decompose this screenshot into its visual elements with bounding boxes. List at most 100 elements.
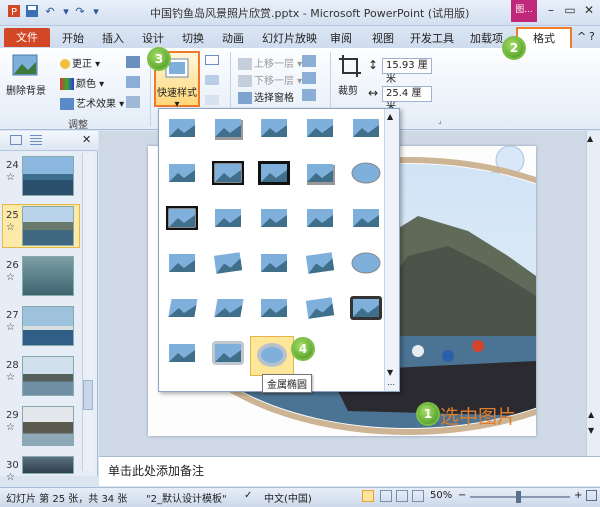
slide-thumbnail[interactable] <box>22 456 74 474</box>
gallery-item[interactable] <box>211 160 245 186</box>
close-button[interactable]: ✕ <box>578 3 600 19</box>
slide-thumbnail[interactable] <box>22 356 74 396</box>
artistic-effects-button[interactable]: 艺术效果 ▾ <box>60 95 124 110</box>
main-vertical-scrollbar[interactable] <box>586 131 600 456</box>
tab-format[interactable]: 格式 <box>516 27 572 49</box>
compress-icon[interactable] <box>126 56 140 68</box>
fit-to-window-icon[interactable] <box>586 490 597 501</box>
gallery-item[interactable] <box>350 296 382 320</box>
tab-developer[interactable]: 开发工具 <box>410 30 454 46</box>
app-logo-icon[interactable]: P <box>6 4 22 20</box>
gallery-scroll-down-icon[interactable]: ▼ <box>387 368 393 377</box>
gallery-item[interactable] <box>212 116 244 140</box>
previous-slide-icon[interactable]: ▲ <box>588 410 594 419</box>
dropdown-icon[interactable]: ▾ <box>88 4 104 20</box>
crop-icon[interactable] <box>338 54 362 81</box>
tab-review[interactable]: 审阅 <box>330 30 352 46</box>
redo-icon[interactable]: ↷ <box>72 4 88 20</box>
remove-background-icon[interactable] <box>12 54 38 81</box>
reset-picture-icon[interactable] <box>126 96 140 108</box>
gallery-item-metal-oval[interactable] <box>256 342 288 371</box>
send-backward-button[interactable]: 下移一层 ▾ <box>238 72 302 87</box>
gallery-item[interactable] <box>350 161 382 185</box>
gallery-item[interactable] <box>258 296 290 320</box>
gallery-scroll-up-icon[interactable]: ▲ <box>387 112 393 121</box>
gallery-item[interactable] <box>165 205 199 231</box>
zoom-in-icon[interactable]: + <box>574 490 582 501</box>
tab-home[interactable]: 开始 <box>62 30 84 46</box>
group-icon[interactable] <box>302 72 316 84</box>
slide-thumbnail[interactable] <box>22 306 74 346</box>
slide-thumbnail[interactable] <box>22 156 74 196</box>
slide-sorter-icon[interactable] <box>380 490 392 502</box>
ribbon-collapse-icon[interactable]: ^ <box>577 30 586 43</box>
width-input[interactable]: 25.4 厘米 <box>382 86 432 113</box>
tab-slideshow[interactable]: 幻灯片放映 <box>262 30 317 46</box>
gallery-item[interactable] <box>304 296 336 320</box>
gallery-item[interactable] <box>212 251 244 275</box>
align-icon[interactable] <box>302 55 316 67</box>
next-slide-icon[interactable]: ▼ <box>588 426 594 435</box>
tab-addins[interactable]: 加载项 <box>470 30 503 46</box>
gallery-item[interactable] <box>166 161 198 185</box>
slide-panel-scroll-thumb[interactable] <box>83 380 93 410</box>
slides-tab-icon[interactable] <box>10 135 22 145</box>
gallery-item[interactable] <box>304 251 336 275</box>
scroll-up-icon[interactable]: ▲ <box>587 134 593 143</box>
gallery-item[interactable] <box>304 161 336 185</box>
tab-transitions[interactable]: 切换 <box>182 30 204 46</box>
tab-insert[interactable]: 插入 <box>102 30 124 46</box>
gallery-item[interactable] <box>258 116 290 140</box>
slide-thumbnail[interactable] <box>22 406 74 446</box>
crop-button[interactable]: 裁剪 <box>338 82 358 97</box>
gallery-item[interactable] <box>350 116 382 140</box>
height-input[interactable]: 15.93 厘米 <box>382 58 432 85</box>
outline-tab-icon[interactable] <box>30 135 42 145</box>
rotate-icon[interactable] <box>302 89 316 101</box>
gallery-item[interactable] <box>212 296 244 320</box>
gallery-item[interactable] <box>350 206 382 230</box>
selection-pane-button[interactable]: 选择窗格 <box>238 89 294 104</box>
gallery-item[interactable] <box>166 251 198 275</box>
gallery-item[interactable] <box>304 116 336 140</box>
tab-file[interactable]: 文件 <box>4 28 50 47</box>
gallery-item[interactable] <box>166 116 198 140</box>
size-dialog-launcher-icon[interactable]: ⌟ <box>438 116 442 125</box>
gallery-item[interactable] <box>350 251 382 275</box>
language-status[interactable]: 中文(中国) <box>264 490 312 505</box>
spellcheck-icon[interactable]: ✓ <box>244 490 252 501</box>
correct-button[interactable]: 更正 ▾ <box>60 55 100 70</box>
change-picture-icon[interactable] <box>126 76 140 88</box>
picture-border-icon[interactable] <box>205 55 219 65</box>
gallery-scrollbar[interactable] <box>384 109 399 391</box>
color-button[interactable]: 颜色 ▾ <box>60 75 104 90</box>
normal-view-icon[interactable] <box>362 490 374 502</box>
gallery-item[interactable] <box>258 161 290 185</box>
zoom-slider-thumb[interactable] <box>516 491 521 503</box>
zoom-out-icon[interactable]: − <box>458 490 466 501</box>
gallery-item[interactable] <box>304 206 336 230</box>
tab-view[interactable]: 视图 <box>372 30 394 46</box>
remove-background-button[interactable]: 删除背景 <box>6 82 46 97</box>
zoom-level[interactable]: 50% <box>430 490 452 501</box>
gallery-item[interactable] <box>166 341 198 365</box>
tab-animations[interactable]: 动画 <box>222 30 244 46</box>
gallery-item[interactable] <box>166 296 198 320</box>
picture-layout-icon[interactable] <box>205 95 219 105</box>
gallery-item[interactable] <box>212 341 244 365</box>
gallery-item[interactable] <box>258 206 290 230</box>
tab-design[interactable]: 设计 <box>142 30 164 46</box>
reading-view-icon[interactable] <box>396 490 408 502</box>
slide-thumbnail[interactable] <box>22 256 74 296</box>
help-icon[interactable]: ? <box>589 30 595 43</box>
slide-thumbnail-selected[interactable] <box>22 206 74 246</box>
undo-icon[interactable]: ↶ <box>42 4 58 20</box>
gallery-item[interactable] <box>258 251 290 275</box>
save-icon[interactable] <box>24 4 40 20</box>
slideshow-view-icon[interactable] <box>412 490 424 502</box>
picture-effects-icon[interactable] <box>205 75 219 85</box>
slide-panel-scrollbar[interactable] <box>82 153 94 471</box>
bring-forward-button[interactable]: 上移一层 ▾ <box>238 55 302 70</box>
close-panel-icon[interactable]: ✕ <box>82 133 91 146</box>
gallery-more-icon[interactable]: ⋯ <box>387 380 395 389</box>
